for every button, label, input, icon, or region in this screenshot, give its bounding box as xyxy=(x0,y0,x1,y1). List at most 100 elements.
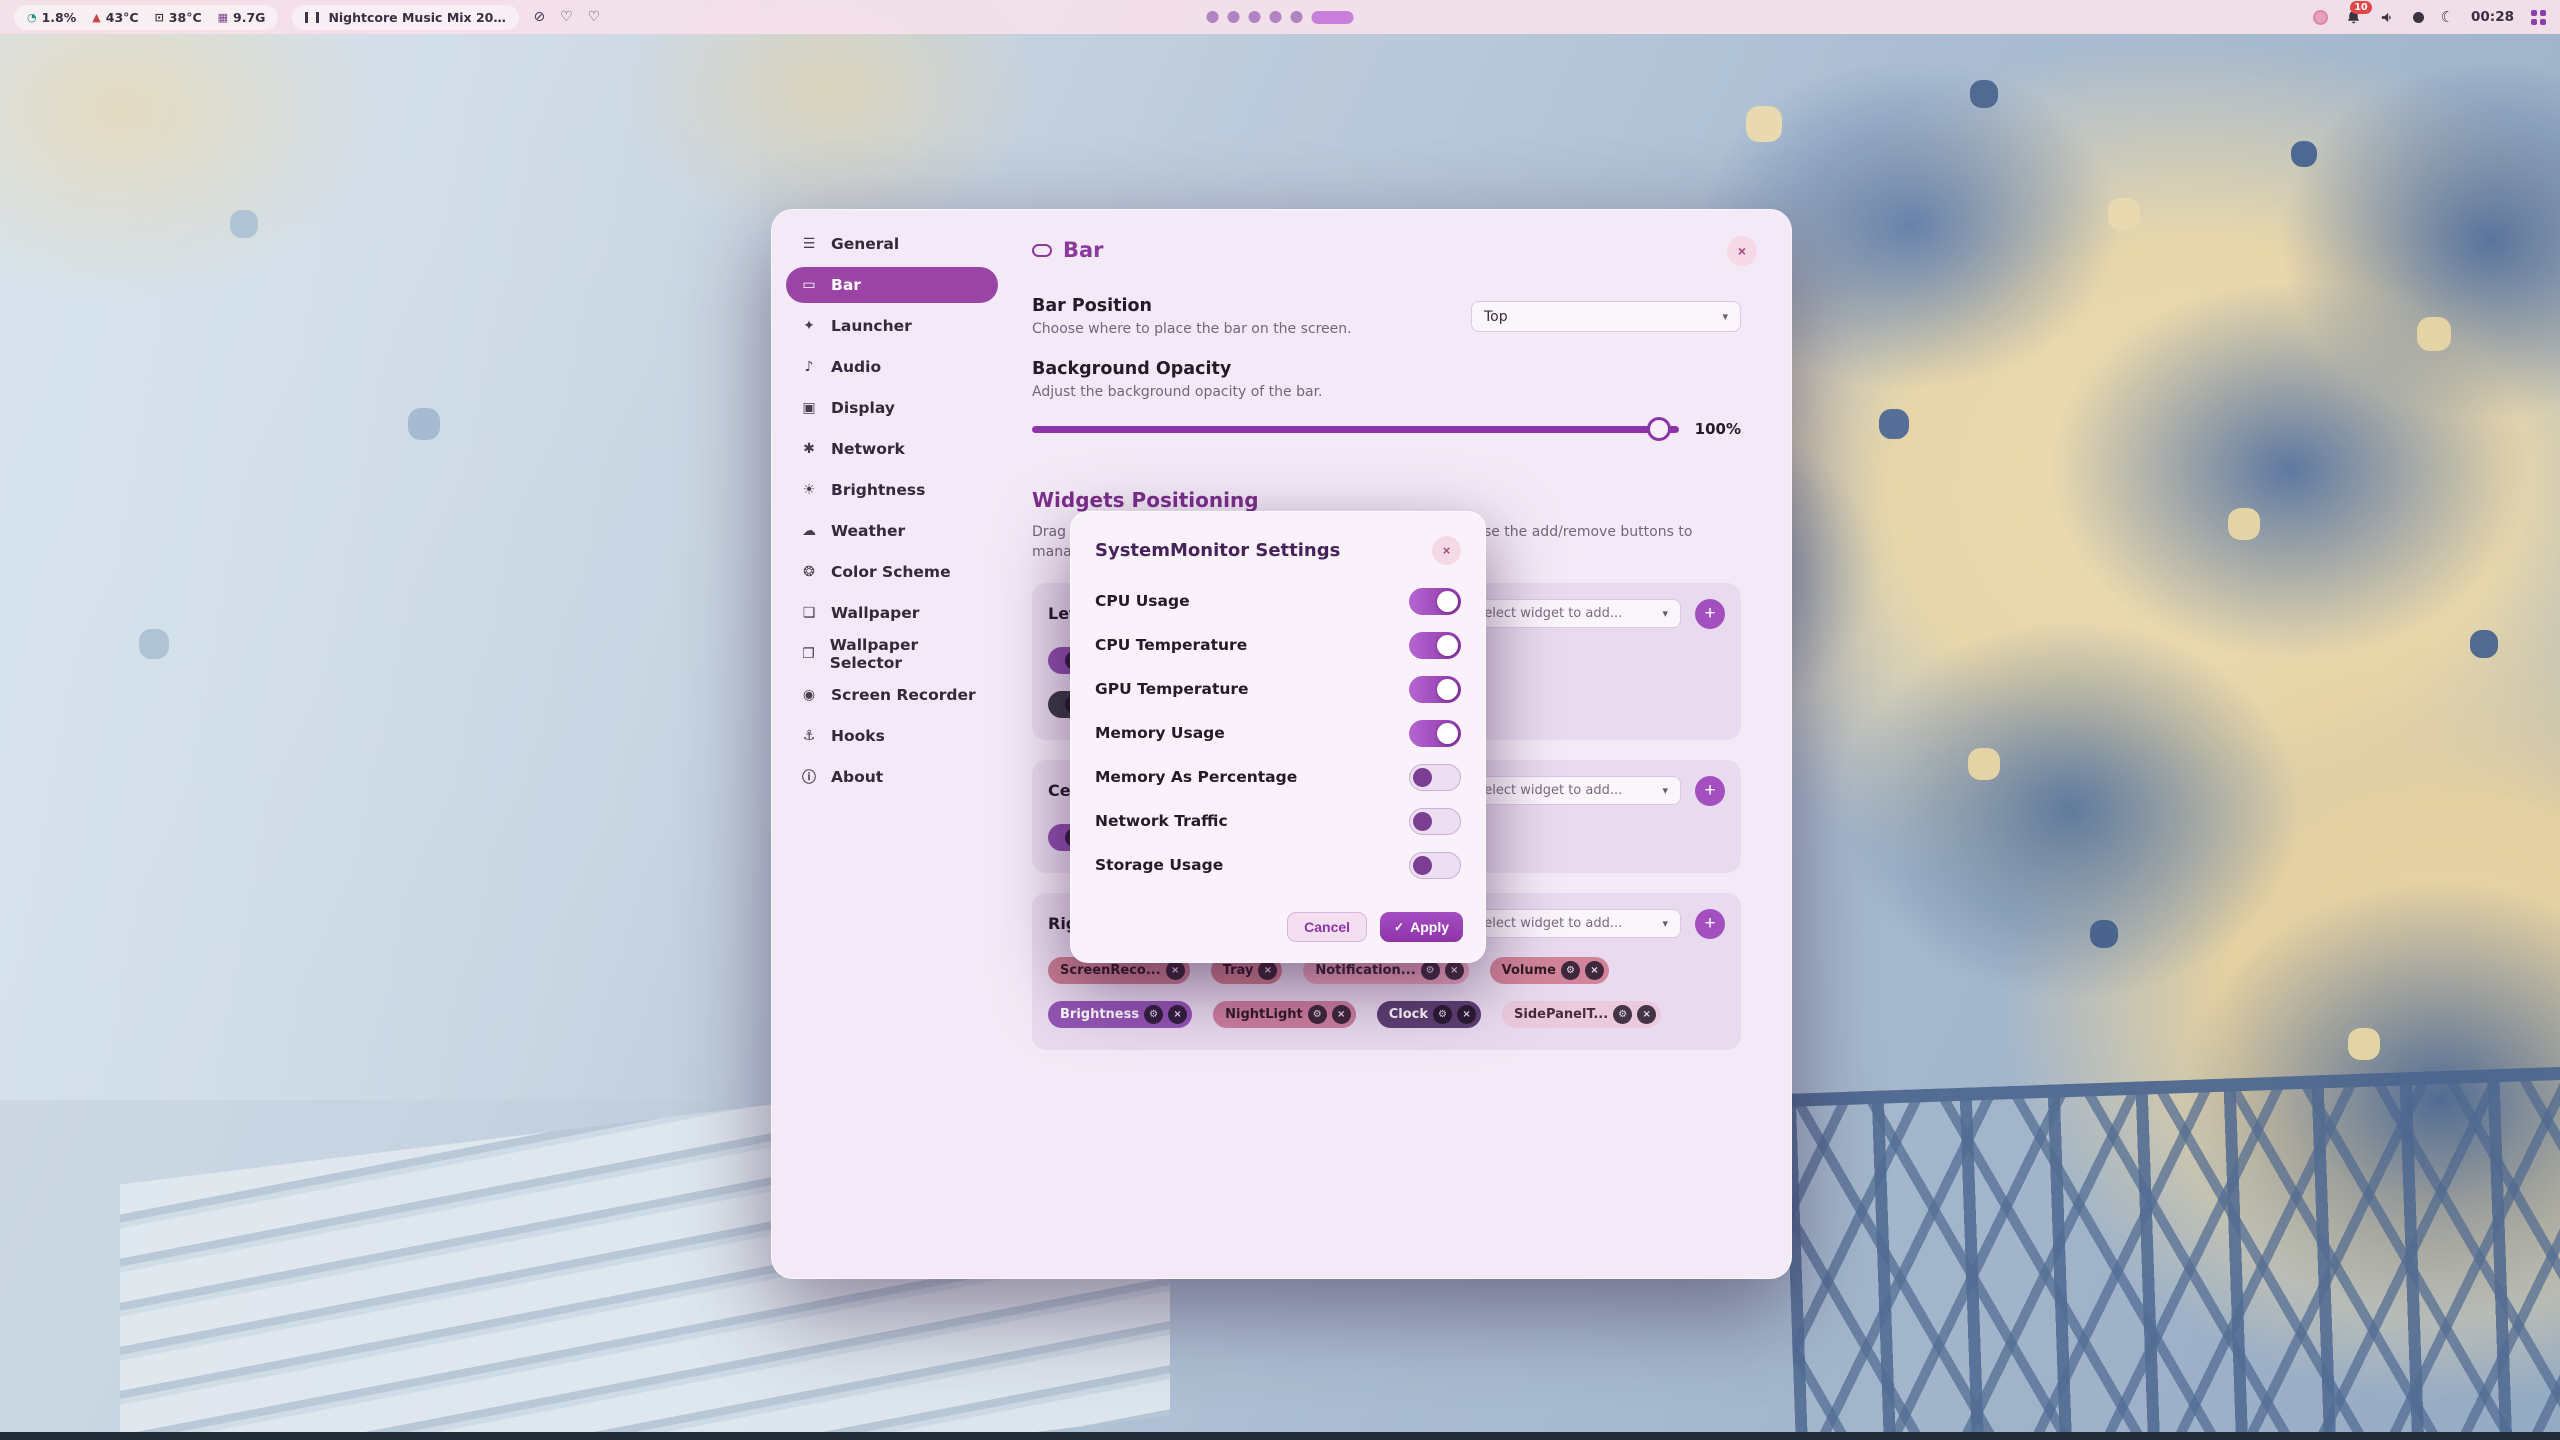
sidebar-item-screen-recorder[interactable]: ◉Screen Recorder xyxy=(786,677,998,713)
media-player-module[interactable]: Nightcore Music Mix 20... xyxy=(292,5,519,30)
sidebar-item-general[interactable]: ☰General xyxy=(786,226,998,262)
toggle-label: CPU Usage xyxy=(1095,592,1190,610)
sidebar-item-wallpaper-selector[interactable]: ❐ Wallpaper Selector xyxy=(786,636,998,672)
chip-remove-button[interactable]: × xyxy=(1585,961,1604,980)
widget-chip-volume[interactable]: Volume ⚙ × xyxy=(1490,957,1609,984)
cancel-button[interactable]: Cancel xyxy=(1287,912,1367,942)
workspace-dot[interactable] xyxy=(1207,11,1219,23)
sidebar-item-label: Brightness xyxy=(831,481,925,499)
chip-remove-button[interactable]: × xyxy=(1168,1005,1187,1024)
system-stats-module[interactable]: ◔1.8%▲43°C⊡38°C▦9.7G xyxy=(14,5,278,30)
heart-icon[interactable]: ♡ xyxy=(560,9,573,25)
chip-remove-button[interactable]: × xyxy=(1457,1005,1476,1024)
wallpaper-selector-icon: ❐ xyxy=(799,646,818,662)
toggle-cpu-usage[interactable] xyxy=(1409,588,1461,615)
pause-icon[interactable] xyxy=(305,12,319,23)
workspace-dot[interactable] xyxy=(1228,11,1240,23)
chip-settings-button[interactable]: ⚙ xyxy=(1421,961,1440,980)
sidebar-item-wallpaper[interactable]: ❏Wallpaper xyxy=(786,595,998,631)
toggle-knob xyxy=(1413,812,1432,831)
top-bar: ◔1.8%▲43°C⊡38°C▦9.7G Nightcore Music Mix… xyxy=(0,0,2560,34)
screen-record-icon[interactable] xyxy=(2413,12,2424,23)
sidebar-item-label: Color Scheme xyxy=(831,563,951,581)
toggle-cpu-temperature[interactable] xyxy=(1409,632,1461,659)
quick-toggle-icons[interactable]: ⊘ ♡ ♡ xyxy=(533,9,600,25)
weather-icon: ☁ xyxy=(799,523,819,539)
volume-icon[interactable] xyxy=(2379,9,2396,26)
bar-position-description: Choose where to place the bar on the scr… xyxy=(1032,321,1352,337)
heart-icon[interactable]: ♡ xyxy=(588,9,601,25)
apply-button[interactable]: ✓ Apply xyxy=(1380,912,1463,942)
toggle-memory-as-percentage[interactable] xyxy=(1409,764,1461,791)
widget-chip-label: Tray xyxy=(1223,963,1254,978)
chip-settings-button[interactable]: ⚙ xyxy=(1613,1005,1632,1024)
add-widget-placeholder: Select widget to add... xyxy=(1476,783,1622,798)
check-icon: ✓ xyxy=(1394,920,1404,934)
sidebar-item-label: Screen Recorder xyxy=(831,686,976,704)
workspace-dot[interactable] xyxy=(1249,11,1261,23)
media-title[interactable]: Nightcore Music Mix 20... xyxy=(328,10,506,25)
bar-position-select[interactable]: Top ▾ xyxy=(1471,301,1741,332)
color-picker-icon[interactable] xyxy=(2313,10,2328,25)
toggle-knob xyxy=(1437,723,1458,744)
sidebar-item-launcher[interactable]: ✦Launcher xyxy=(786,308,998,344)
sidebar-item-network[interactable]: ✱Network xyxy=(786,431,998,467)
sidebar-item-label: Hooks xyxy=(831,727,885,745)
toggle-gpu-temperature[interactable] xyxy=(1409,676,1461,703)
sidebar-item-about[interactable]: ⓘ About xyxy=(786,759,998,795)
stat-cpu-temp: ▲43°C xyxy=(92,10,138,25)
chip-settings-button[interactable]: ⚙ xyxy=(1433,1005,1452,1024)
sidebar-item-audio[interactable]: ♪Audio xyxy=(786,349,998,385)
toggle-network-traffic[interactable] xyxy=(1409,808,1461,835)
workspace-indicator[interactable] xyxy=(1207,0,1354,34)
idle-inhibitor-icon[interactable]: ⊘ xyxy=(533,9,545,25)
widget-chip-clock[interactable]: Clock⚙× xyxy=(1377,1001,1481,1028)
sidebar-item-weather[interactable]: ☁ Weather xyxy=(786,513,998,549)
widget-chip-nightlight[interactable]: NightLight⚙× xyxy=(1213,1001,1356,1028)
sidebar-item-hooks[interactable]: ⚓Hooks xyxy=(786,718,998,754)
sidebar-item-display[interactable]: ▣Display xyxy=(786,390,998,426)
chip-remove-button[interactable]: × xyxy=(1258,961,1277,980)
clock[interactable]: 00:28 xyxy=(2471,9,2514,25)
add-widget-select[interactable]: Select widget to add...▾ xyxy=(1463,599,1681,628)
chip-remove-button[interactable]: × xyxy=(1637,1005,1656,1024)
nightlight-icon[interactable]: ☾ xyxy=(2441,10,2454,25)
about-icon: ⓘ xyxy=(799,767,819,787)
sidebar-item-label: Wallpaper Selector xyxy=(830,636,985,672)
chip-remove-button[interactable]: × xyxy=(1445,961,1464,980)
sidebar-item-brightness[interactable]: ☀Brightness xyxy=(786,472,998,508)
widget-chip-label: Brightness xyxy=(1060,1007,1139,1022)
add-widget-button[interactable]: + xyxy=(1695,776,1725,806)
sidebar-item-label: Weather xyxy=(831,522,905,540)
bar-position-label: Bar Position xyxy=(1032,296,1352,316)
app-launcher-icon[interactable] xyxy=(2531,10,2546,25)
add-widget-select[interactable]: Select widget to add...▾ xyxy=(1463,909,1681,938)
modal-close-button[interactable]: × xyxy=(1432,536,1461,565)
add-widget-button[interactable]: + xyxy=(1695,909,1725,939)
chip-remove-button[interactable]: × xyxy=(1332,1005,1351,1024)
sidebar-item-bar[interactable]: ▭Bar xyxy=(786,267,998,303)
workspace-dot[interactable] xyxy=(1270,11,1282,23)
chip-settings-button[interactable]: ⚙ xyxy=(1144,1005,1163,1024)
opacity-slider-knob[interactable] xyxy=(1647,417,1671,441)
widget-chip-label: ScreenReco... xyxy=(1060,963,1161,978)
chip-settings-button[interactable]: ⚙ xyxy=(1308,1005,1327,1024)
workspace-dot[interactable] xyxy=(1291,11,1303,23)
opacity-slider-track[interactable] xyxy=(1032,426,1679,433)
notifications-button[interactable]: 10 xyxy=(2345,9,2362,26)
sidebar-item-color-scheme[interactable]: ❂Color Scheme xyxy=(786,554,998,590)
add-widget-button[interactable]: + xyxy=(1695,599,1725,629)
widget-chip-label: Volume xyxy=(1502,963,1556,978)
add-widget-select[interactable]: Select widget to add...▾ xyxy=(1463,776,1681,805)
toggle-storage-usage[interactable] xyxy=(1409,852,1461,879)
chip-settings-button[interactable]: ⚙ xyxy=(1561,961,1580,980)
opacity-slider[interactable] xyxy=(1032,416,1679,442)
chip-remove-button[interactable]: × xyxy=(1166,961,1185,980)
background-opacity-setting: Background Opacity Adjust the background… xyxy=(1032,359,1741,442)
sidebar-item-label: About xyxy=(831,768,883,786)
widget-chip-sidepanelt[interactable]: SidePanelT...⚙× xyxy=(1502,1001,1661,1028)
widget-chip-brightness[interactable]: Brightness ⚙ × xyxy=(1048,1001,1192,1028)
workspace-active-pill[interactable] xyxy=(1312,11,1354,24)
toggle-memory-usage[interactable] xyxy=(1409,720,1461,747)
stat-value: 38°C xyxy=(169,10,202,25)
